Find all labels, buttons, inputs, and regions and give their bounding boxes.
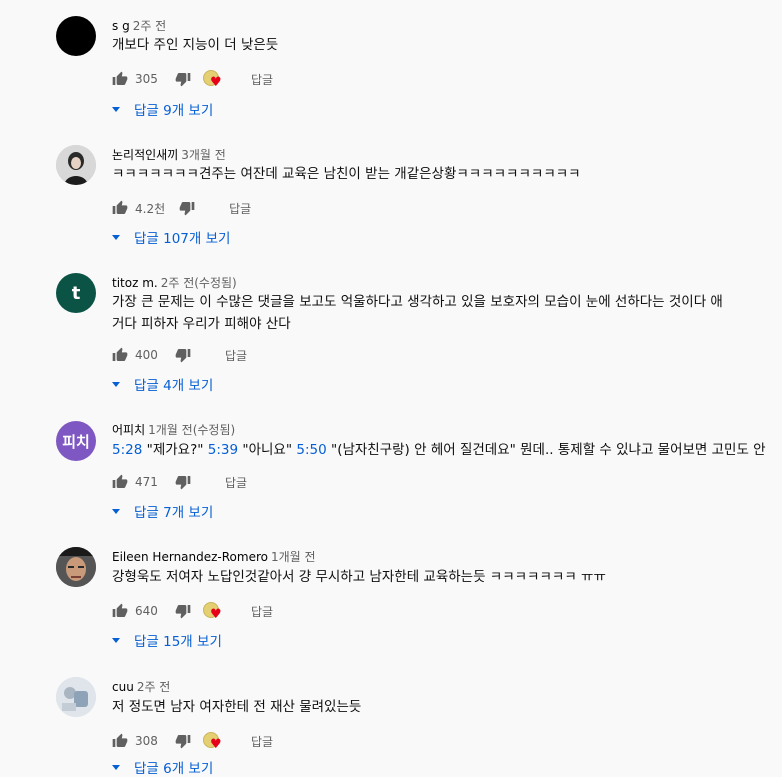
comment-time[interactable]: 2주 전 (133, 19, 167, 33)
reply-button[interactable]: 답글 (251, 603, 273, 620)
comment-text: 강형욱도 저여자 노답인것같아서 걍 무시하고 남자한테 교육하는듯 ㅋㅋㅋㅋㅋ… (112, 569, 606, 585)
comment-time[interactable]: 3개월 전 (181, 148, 226, 162)
thumbs-up-icon[interactable] (112, 200, 128, 216)
thumbs-down-icon[interactable] (175, 603, 191, 619)
person-photo-icon (56, 547, 96, 587)
view-replies-label: 답글 9개 보기 (134, 103, 214, 119)
avatar[interactable]: 피치 (56, 421, 96, 461)
view-replies-button[interactable]: 답글 4개 보기 (112, 374, 213, 394)
avatar[interactable] (56, 145, 96, 185)
action-row: 4.2천 답글 (112, 198, 251, 218)
reply-button[interactable]: 답글 (225, 347, 247, 364)
comment-time[interactable]: 2주 전(수정됨) (161, 276, 237, 290)
comment-author[interactable]: Eileen Hernandez-Romero (112, 550, 268, 564)
view-replies-button[interactable]: 답글 107개 보기 (112, 227, 230, 247)
action-row: 400 답글 (112, 345, 247, 365)
creator-heart-icon: ♥ (203, 732, 222, 751)
avatar[interactable]: t (56, 273, 96, 313)
reply-button[interactable]: 답글 (225, 474, 247, 491)
view-replies-button[interactable]: 답글 6개 보기 (112, 757, 213, 777)
timestamp-link[interactable]: 5:50 (296, 442, 326, 458)
comment-text: 저 정도면 남자 여자한테 전 재산 물려있는듯 (112, 699, 362, 715)
view-replies-label: 답글 4개 보기 (134, 378, 214, 394)
avatar[interactable] (56, 16, 96, 56)
avatar[interactable] (56, 547, 96, 587)
comment-time[interactable]: 2주 전 (137, 680, 171, 694)
reply-button[interactable]: 답글 (229, 200, 251, 217)
comment-text: 거다 피하자 우리가 피해야 산다 (112, 316, 291, 332)
caret-down-icon (112, 508, 120, 514)
caret-down-icon (112, 764, 120, 770)
view-replies-button[interactable]: 답글 15개 보기 (112, 630, 222, 650)
thumbs-down-icon[interactable] (175, 474, 191, 490)
caret-down-icon (112, 381, 120, 387)
comment-text: 개보다 주인 지능이 더 낮은듯 (112, 37, 279, 53)
comment-text: 5:28 "제가요?" 5:39 "아니요" 5:50 "(남자친구랑) 안 헤… (112, 442, 766, 458)
caret-down-icon (112, 234, 120, 240)
creator-heart-icon: ♥ (203, 602, 222, 621)
like-count: 400 (135, 348, 158, 362)
like-count: 305 (135, 72, 158, 86)
avatar[interactable] (56, 677, 96, 717)
caret-down-icon (112, 106, 120, 112)
action-row: 640 ♥ 답글 (112, 601, 273, 621)
like-count: 4.2천 (135, 201, 166, 216)
view-replies-button[interactable]: 답글 7개 보기 (112, 501, 213, 521)
like-count: 471 (135, 475, 158, 489)
comment-author[interactable]: titoz m. (112, 276, 158, 290)
thumbs-up-icon[interactable] (112, 474, 128, 490)
caret-down-icon (112, 637, 120, 643)
reply-button[interactable]: 답글 (251, 733, 273, 750)
thumbs-down-icon[interactable] (175, 71, 191, 87)
thumbs-down-icon[interactable] (175, 733, 191, 749)
timestamp-link[interactable]: 5:28 (112, 442, 142, 458)
comment-author[interactable]: s g (112, 19, 130, 33)
comment-author[interactable]: 어피치 (112, 423, 145, 437)
avatar-letter: t (71, 282, 81, 304)
thumbs-up-icon[interactable] (112, 603, 128, 619)
like-count: 308 (135, 734, 158, 748)
action-row: 305 ♥ 답글 (112, 69, 273, 89)
comment-time[interactable]: 1개월 전 (271, 550, 316, 564)
view-replies-label: 답글 7개 보기 (134, 505, 214, 521)
person-photo-icon (56, 145, 96, 185)
timestamp-link[interactable]: 5:39 (208, 442, 238, 458)
thumbs-down-icon[interactable] (175, 347, 191, 363)
comment-author[interactable]: 논리적인새끼 (112, 148, 178, 162)
action-row: 308 ♥ 답글 (112, 731, 273, 751)
view-replies-label: 답글 107개 보기 (134, 231, 231, 247)
comment-time[interactable]: 1개월 전(수정됨) (148, 423, 235, 437)
reply-button[interactable]: 답글 (251, 71, 273, 88)
thumbs-up-icon[interactable] (112, 347, 128, 363)
thumbs-up-icon[interactable] (112, 71, 128, 87)
like-count: 640 (135, 604, 158, 618)
view-replies-label: 답글 6개 보기 (134, 761, 214, 777)
comment-author[interactable]: cuu (112, 680, 134, 694)
action-row: 471 답글 (112, 472, 247, 492)
comment-text: ㅋㅋㅋㅋㅋㅋㅋ견주는 여잔데 교육은 남친이 받는 개같은상황ㅋㅋㅋㅋㅋㅋㅋㅋㅋ… (112, 166, 581, 182)
creator-heart-icon: ♥ (203, 70, 222, 89)
avatar-letter: 피치 (62, 432, 90, 451)
thumbs-down-icon[interactable] (179, 200, 195, 216)
view-replies-button[interactable]: 답글 9개 보기 (112, 99, 213, 119)
comment-text: 가장 큰 문제는 이 수많은 댓글을 보고도 억울하다고 생각하고 있을 보호자… (112, 294, 723, 310)
view-replies-label: 답글 15개 보기 (134, 634, 222, 650)
thumbs-up-icon[interactable] (112, 733, 128, 749)
person-photo-icon (56, 677, 96, 717)
